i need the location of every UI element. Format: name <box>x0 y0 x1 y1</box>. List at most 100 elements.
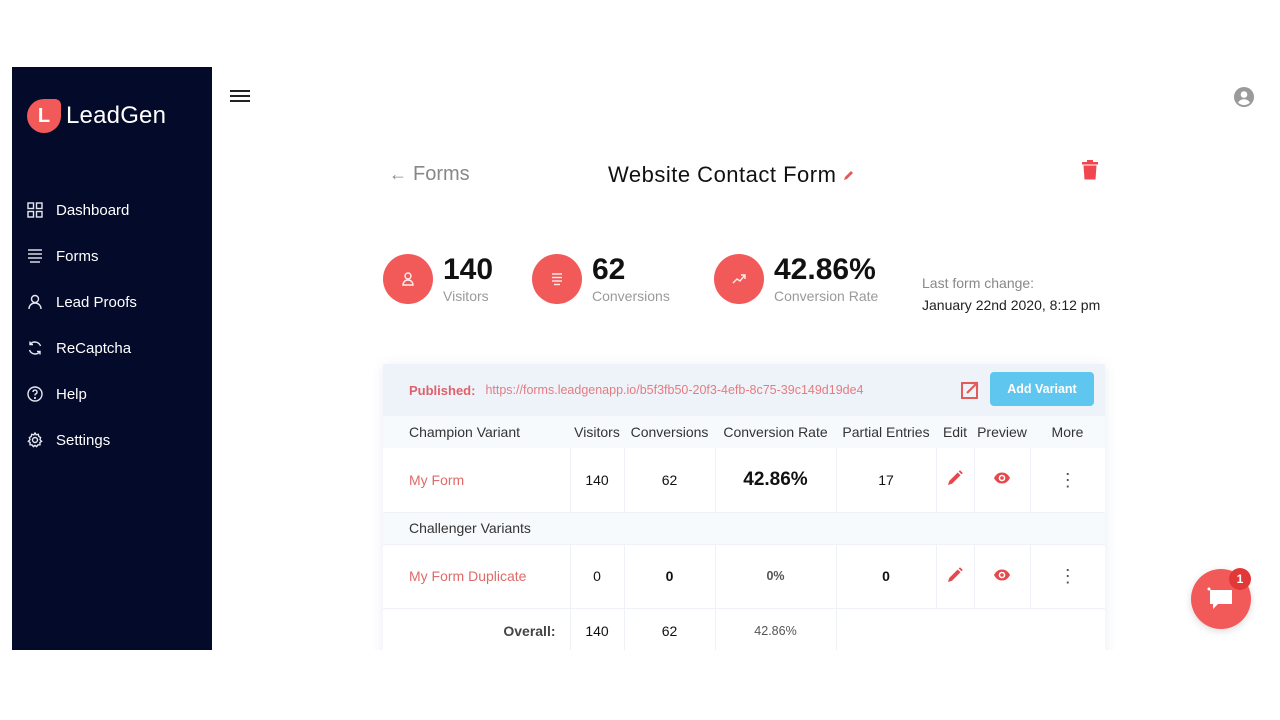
column-header: Preview <box>974 416 1030 448</box>
sidebar-item-help[interactable]: Help <box>12 371 212 417</box>
hamburger-line <box>230 100 250 102</box>
edit-button[interactable] <box>936 544 975 609</box>
refresh-icon <box>26 339 44 357</box>
eye-icon <box>994 472 1010 484</box>
rate-cell: 0% <box>715 544 837 609</box>
more-button[interactable]: ⋮ <box>1030 544 1105 609</box>
sidebar-item-label: Forms <box>56 247 99 265</box>
add-variant-button[interactable]: Add Variant <box>990 372 1094 406</box>
overall-empty <box>836 608 1105 650</box>
visitors-cell: 140 <box>570 448 625 513</box>
variants-table: Champion Variant Visitors Conversions Co… <box>383 416 1105 650</box>
published-url-link[interactable]: https://forms.leadgenapp.io/b5f3fb50-20f… <box>485 383 863 397</box>
sidebar-item-recaptcha[interactable]: ReCaptcha <box>12 325 212 371</box>
sidebar: L LeadGen Dashboard Forms Lead Proofs Re… <box>12 67 212 650</box>
rate-value: 42.86% <box>774 253 876 286</box>
account-icon[interactable] <box>1234 87 1254 107</box>
list-icon <box>26 247 44 265</box>
gear-icon <box>26 431 44 449</box>
last-form-change: Last form change: January 22nd 2020, 8:1… <box>922 275 1100 313</box>
arrow-left-icon: ← <box>389 164 407 184</box>
column-header: Conversions <box>624 416 715 448</box>
sidebar-item-label: Dashboard <box>56 201 130 219</box>
conversions-value: 62 <box>592 253 626 286</box>
logo-mark: L <box>27 99 61 133</box>
pencil-icon <box>948 470 963 486</box>
visitors-cell: 0 <box>570 544 625 609</box>
column-header: Champion Variant <box>383 416 570 448</box>
back-label: Forms <box>413 163 470 185</box>
hamburger-line <box>230 95 250 97</box>
sidebar-item-lead-proofs[interactable]: Lead Proofs <box>12 279 212 325</box>
back-to-forms-link[interactable]: ← Forms <box>389 163 470 186</box>
sidebar-item-label: Lead Proofs <box>56 293 137 311</box>
conversions-cell: 0 <box>624 544 716 609</box>
visitors-icon <box>383 254 433 304</box>
trash-icon <box>1082 160 1098 180</box>
logo-text: LeadGen <box>66 102 167 129</box>
preview-button[interactable] <box>974 448 1031 513</box>
conversions-label: Conversions <box>592 288 670 304</box>
visitors-label: Visitors <box>443 288 489 304</box>
pencil-icon[interactable] <box>842 168 856 182</box>
table-row: My Form 140 62 42.86% 17 ⋮ <box>383 448 1105 513</box>
sidebar-item-forms[interactable]: Forms <box>12 233 212 279</box>
sidebar-item-settings[interactable]: Settings <box>12 417 212 463</box>
partial-entries-cell: 0 <box>836 544 937 609</box>
sidebar-item-label: ReCaptcha <box>56 339 132 357</box>
delete-form-button[interactable] <box>1080 159 1100 181</box>
overall-rate: 42.86% <box>715 608 837 650</box>
rate-cell: 42.86% <box>715 448 837 513</box>
stat-visitors: 140 Visitors <box>383 254 532 304</box>
pencil-icon <box>948 566 963 582</box>
variants-card: Published: https://forms.leadgenapp.io/b… <box>383 364 1105 650</box>
column-header: Visitors <box>570 416 624 448</box>
partial-entries-cell: 17 <box>836 448 937 513</box>
challenger-section-label: Challenger Variants <box>383 512 1105 545</box>
conversions-cell: 62 <box>624 448 716 513</box>
overall-visitors: 140 <box>570 608 625 650</box>
sidebar-item-dashboard[interactable]: Dashboard <box>12 187 212 233</box>
column-header: More <box>1030 416 1105 448</box>
section-row: Challenger Variants <box>383 512 1105 545</box>
page-title: Website Contact Form <box>608 162 856 188</box>
hamburger-line <box>230 90 250 92</box>
preview-button[interactable] <box>974 544 1031 609</box>
rate-label: Conversion Rate <box>774 288 879 304</box>
more-vertical-icon: ⋮ <box>1058 566 1077 586</box>
sidebar-item-label: Help <box>56 385 87 403</box>
trending-up-icon <box>714 254 764 304</box>
table-header-row: Champion Variant Visitors Conversions Co… <box>383 416 1105 448</box>
eye-icon <box>994 569 1010 580</box>
logo[interactable]: L LeadGen <box>27 99 166 133</box>
app-frame: L LeadGen Dashboard Forms Lead Proofs Re… <box>12 67 1280 650</box>
overall-conversions: 62 <box>624 608 716 650</box>
last-change-label: Last form change: <box>922 275 1035 291</box>
column-header: Conversion Rate <box>715 416 836 448</box>
visitors-value: 140 <box>443 253 494 286</box>
overall-label: Overall: <box>383 608 571 650</box>
variant-name-link[interactable]: My Form Duplicate <box>383 544 571 609</box>
sidebar-nav: Dashboard Forms Lead Proofs ReCaptcha He… <box>12 187 212 463</box>
menu-toggle-button[interactable] <box>230 87 250 103</box>
more-vertical-icon: ⋮ <box>1058 469 1077 490</box>
table-row: My Form Duplicate 0 0 0% 0 ⋮ <box>383 544 1105 609</box>
help-circle-icon <box>26 385 44 403</box>
stats-row: 140 Visitors 62 Conversions 42.86% Conve… <box>383 254 878 304</box>
grid-icon <box>26 201 44 219</box>
variant-name-link[interactable]: My Form <box>383 448 571 513</box>
chat-notification-badge: 1 <box>1229 568 1251 590</box>
stat-conversion-rate: 42.86% Conversion Rate <box>714 254 878 304</box>
external-link-icon[interactable] <box>960 380 980 400</box>
column-header: Edit <box>936 416 974 448</box>
last-change-value: January 22nd 2020, 8:12 pm <box>922 297 1101 313</box>
sidebar-item-label: Settings <box>56 431 111 449</box>
user-icon <box>26 293 44 311</box>
more-button[interactable]: ⋮ <box>1030 448 1105 513</box>
column-header: Partial Entries <box>836 416 936 448</box>
conversions-icon <box>532 254 582 304</box>
published-label: Published: <box>409 382 476 398</box>
stat-conversions: 62 Conversions <box>532 254 714 304</box>
edit-button[interactable] <box>936 448 975 513</box>
chat-icon <box>1207 587 1232 609</box>
